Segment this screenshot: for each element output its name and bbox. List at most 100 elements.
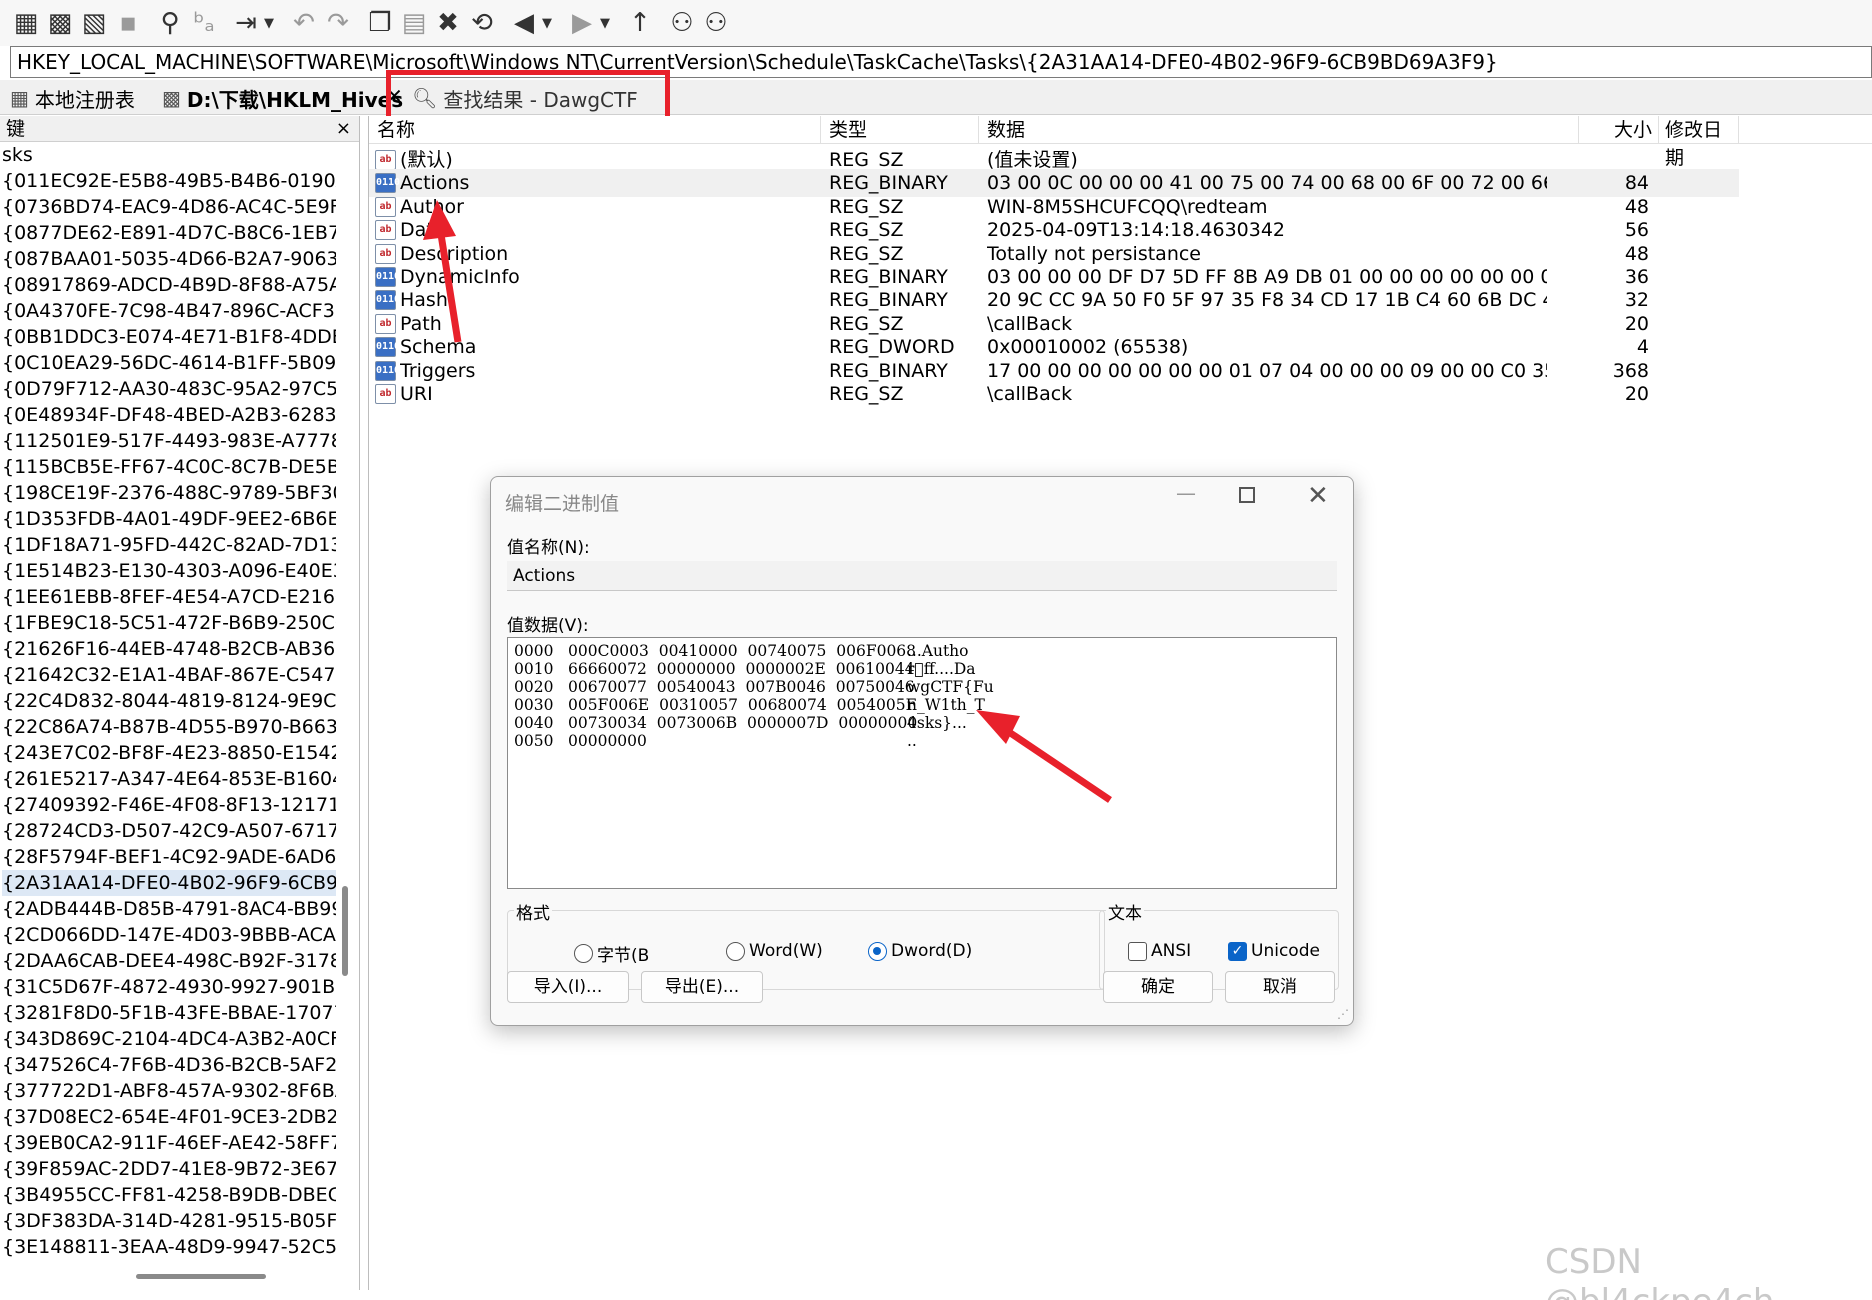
registry-path-input[interactable]: HKEY_LOCAL_MACHINE\SOFTWARE\Microsoft\Wi… xyxy=(10,46,1872,78)
up-icon[interactable]: ↑ xyxy=(624,5,656,41)
radio-word[interactable]: Word(W) xyxy=(726,941,823,961)
tree-item[interactable]: {37D08EC2-654E-4F01-9CE3-2DB209 xyxy=(2,1104,336,1130)
find-icon[interactable]: ⚲ xyxy=(154,5,186,41)
tree-item[interactable]: {0A4370FE-7C98-4B47-896C-ACF321 xyxy=(2,298,336,324)
tree-item[interactable]: {3DF383DA-314D-4281-9515-B05F6C xyxy=(2,1208,336,1234)
tree-item[interactable]: {0877DE62-E891-4D7C-B8C6-1EB755 xyxy=(2,220,336,246)
tree-item[interactable]: {1FBE9C18-5C51-472F-B6B9-250CCB xyxy=(2,610,336,636)
checkbox-ansi-box[interactable] xyxy=(1128,941,1147,961)
radio-dword-indicator[interactable] xyxy=(868,941,887,961)
value-name-field[interactable]: Actions xyxy=(507,561,1337,591)
tree-item[interactable]: {3E148811-3EAA-48D9-9947-52C542 xyxy=(2,1234,336,1260)
radio-word-indicator[interactable] xyxy=(726,941,745,961)
close-icon[interactable]: ✕ xyxy=(1307,481,1329,511)
value-row[interactable]: ab URI REG_SZ \callBack 20 xyxy=(369,380,1739,408)
export-dropdown-icon[interactable]: ▼ xyxy=(264,16,278,31)
tree-item[interactable]: {27409392-F46E-4F08-8F13-12171DE xyxy=(2,792,336,818)
replace-icon[interactable]: ᵇₐ xyxy=(188,5,220,41)
tree-item[interactable]: {011EC92E-E5B8-49B5-B4B6-0190A9A xyxy=(2,168,336,194)
tab-local-registry[interactable]: ▦ 本地注册表 xyxy=(10,83,135,113)
close-icon[interactable]: × xyxy=(336,116,351,142)
tree-item[interactable]: {0C10EA29-56DC-4614-B1FF-5B09BD xyxy=(2,350,336,376)
column-header-name[interactable]: 名称 xyxy=(369,116,821,144)
tree-item[interactable]: {28F5794F-BEF1-4C92-9ADE-6AD6AC xyxy=(2,844,336,870)
tree-item[interactable]: {2ADB444B-D85B-4791-8AC4-BB9963 xyxy=(2,896,336,922)
tab-label: D:\下载\HKLM_Hives xyxy=(186,87,404,112)
tree-item[interactable]: {347526C4-7F6B-4D36-B2CB-5AF2B4 xyxy=(2,1052,336,1078)
column-header-modified[interactable]: 修改日期 xyxy=(1659,116,1739,169)
column-header-size[interactable]: 大小 xyxy=(1579,116,1659,144)
paste-icon[interactable]: ▤ xyxy=(398,5,430,41)
tree-item[interactable]: {2DAA6CAB-DEE4-498C-B92F-317819 xyxy=(2,948,336,974)
tree-item[interactable]: {0E48934F-DF48-4BED-A2B3-628366 xyxy=(2,402,336,428)
undo-icon[interactable]: ↶ xyxy=(288,5,320,41)
tree-item[interactable]: {377722D1-ABF8-457A-9302-8F6BA5 xyxy=(2,1078,336,1104)
tree-item[interactable]: {115BCB5E-FF67-4C0C-8C7B-DE5B4D xyxy=(2,454,336,480)
tree-item[interactable]: {1DF18A71-95FD-442C-82AD-7D130 xyxy=(2,532,336,558)
tree-item[interactable]: {21642C32-E1A1-4BAF-867E-C5478F xyxy=(2,662,336,688)
tree-item[interactable]: {198CE19F-2376-488C-9789-5BF30D xyxy=(2,480,336,506)
dialog-title: 编辑二进制值 xyxy=(505,493,620,515)
radio-byte[interactable]: 字节(B xyxy=(574,941,649,966)
cancel-button[interactable]: 取消 xyxy=(1225,971,1335,1003)
tab-hive-file[interactable]: ▩ D:\下载\HKLM_Hives xyxy=(162,83,403,113)
maximize-icon[interactable] xyxy=(1239,487,1255,503)
tree-item[interactable]: {28724CD3-D507-42C9-A507-6717F4 xyxy=(2,818,336,844)
tree-item[interactable]: {3281F8D0-5F1B-43FE-BBAE-17077C xyxy=(2,1000,336,1026)
tree-item[interactable]: {1D353FDB-4A01-49DF-9EE2-6B6EA6 xyxy=(2,506,336,532)
back-dropdown-icon[interactable]: ▼ xyxy=(542,16,556,31)
tree-item[interactable]: sks xyxy=(2,142,336,168)
export-button[interactable]: 导出(E)... xyxy=(641,971,763,1003)
horizontal-scrollbar[interactable] xyxy=(136,1274,266,1279)
tree-item[interactable]: {261E5217-A347-4E64-853E-B160412 xyxy=(2,766,336,792)
back-icon[interactable]: ◀ xyxy=(508,5,540,41)
tree-item[interactable]: {0736BD74-EAC9-4D86-AC4C-5E9FB5 xyxy=(2,194,336,220)
grid-icon[interactable]: ▦ xyxy=(10,5,42,41)
vertical-scrollbar[interactable] xyxy=(342,886,348,976)
radio-byte-indicator[interactable] xyxy=(574,944,593,963)
copy-icon[interactable]: ❐ xyxy=(364,5,396,41)
export-icon[interactable]: ⇥ xyxy=(230,5,262,41)
ok-button[interactable]: 确定 xyxy=(1103,971,1213,1003)
globe-grid-icon[interactable]: ▩ xyxy=(44,5,76,41)
hex-editor[interactable]: 0000 000C0003 00410000 00740075 006F0068.… xyxy=(507,637,1337,889)
tree-item[interactable]: {1EE61EBB-8FEF-4E54-A7CD-E216C9 xyxy=(2,584,336,610)
tree-item[interactable]: {2CD066DD-147E-4D03-9BBB-ACAAF xyxy=(2,922,336,948)
checkbox-ansi[interactable]: ANSI xyxy=(1128,941,1191,961)
tree-item[interactable]: {112501E9-517F-4493-983E-A7778C8 xyxy=(2,428,336,454)
forward-dropdown-icon[interactable]: ▼ xyxy=(600,16,614,31)
tree-item[interactable]: {0BB1DDC3-E074-4E71-B1F8-4DDEBC xyxy=(2,324,336,350)
tree-item[interactable]: {39F859AC-2DD7-41E8-9B72-3E678E xyxy=(2,1156,336,1182)
tree-item[interactable]: {3B4955CC-FF81-4258-B9DB-DBECFB xyxy=(2,1182,336,1208)
save-icon[interactable]: ▪ xyxy=(112,5,144,41)
forward-icon[interactable]: ▶ xyxy=(566,5,598,41)
search-users-icon[interactable]: ⚇ xyxy=(666,5,698,41)
tree-item[interactable]: {21626F16-44EB-4748-B2CB-AB36FE xyxy=(2,636,336,662)
column-header-type[interactable]: 类型 xyxy=(821,116,979,144)
tree-item[interactable]: {343D869C-2104-4DC4-A3B2-A0CF67 xyxy=(2,1026,336,1052)
search-users-alt-icon[interactable]: ⚇ xyxy=(700,5,732,41)
tree-item[interactable]: {31C5D67F-4872-4930-9927-901B20 xyxy=(2,974,336,1000)
redo-icon[interactable]: ↷ xyxy=(322,5,354,41)
tree-item[interactable]: {087BAA01-5035-4D66-B2A7-9063F6 xyxy=(2,246,336,272)
tree-item[interactable]: {22C86A74-B87B-4D55-B970-B6638E xyxy=(2,714,336,740)
column-header-data[interactable]: 数据 xyxy=(979,116,1579,144)
edit-binary-dialog: 编辑二进制值 — ✕ 值名称(N): Actions 值数据(V): 0000 0… xyxy=(490,476,1354,1026)
import-button[interactable]: 导入(I)... xyxy=(507,971,629,1003)
tree-item[interactable]: {1E514B23-E130-4303-A096-E40E38C xyxy=(2,558,336,584)
registry-icon[interactable]: ▧ xyxy=(78,5,110,41)
tree-item[interactable]: {0D79F712-AA30-483C-95A2-97C57D xyxy=(2,376,336,402)
hex-line: 0010 66660072 00000000 0000002E 00610044 r… xyxy=(514,660,1336,678)
delete-icon[interactable]: ✖ xyxy=(432,5,464,41)
minimize-icon[interactable]: — xyxy=(1176,481,1196,505)
tree-item[interactable]: {22C4D832-8044-4819-8124-9E9C9E xyxy=(2,688,336,714)
refresh-icon[interactable]: ⟲ xyxy=(466,5,498,41)
checkbox-unicode[interactable]: ✓ Unicode xyxy=(1228,941,1320,961)
checkbox-unicode-box[interactable]: ✓ xyxy=(1228,941,1247,961)
tree-item[interactable]: {08917869-ADCD-4B9D-8F88-A75AE xyxy=(2,272,336,298)
resize-grip-icon[interactable]: ⋰ xyxy=(1337,1007,1349,1021)
tree-item[interactable]: {2A31AA14-DFE0-4B02-96F9-6CB9BD xyxy=(2,870,336,896)
radio-dword[interactable]: Dword(D) xyxy=(868,941,972,961)
tree-item[interactable]: {243E7C02-BF8F-4E23-8850-E154256 xyxy=(2,740,336,766)
tree-item[interactable]: {39EB0CA2-911F-46EF-AE42-58FF7BE xyxy=(2,1130,336,1156)
